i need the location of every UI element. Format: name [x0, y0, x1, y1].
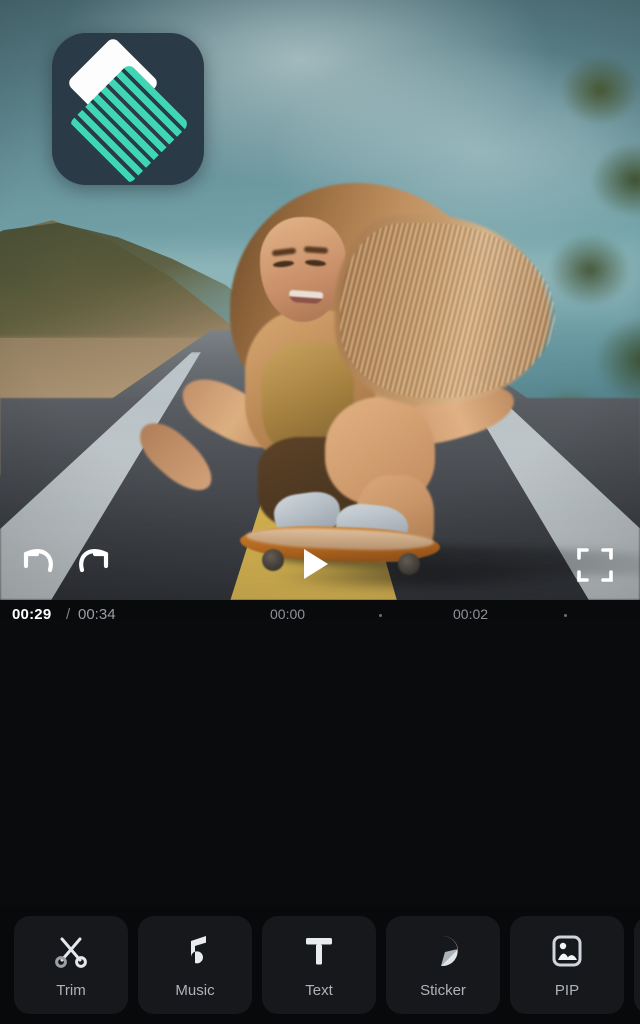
current-time: 00:29	[12, 606, 52, 623]
tool-text-label: Text	[305, 982, 333, 999]
tool-music-label: Music	[175, 982, 215, 999]
video-editor-app: 00:29 / 00:34 00:00 00:02 Trim Music Tex…	[0, 0, 640, 1024]
total-time: 00:34	[78, 606, 116, 623]
redo-icon[interactable]	[66, 536, 122, 592]
tool-pip-label: PIP	[554, 982, 580, 999]
fullscreen-icon[interactable]	[572, 542, 618, 588]
filmora-logo-icon	[52, 33, 204, 185]
play-icon[interactable]	[291, 542, 335, 586]
music-note-icon	[174, 930, 216, 972]
tool-trim[interactable]: Trim	[14, 915, 128, 1014]
tool-text[interactable]: Text	[262, 915, 376, 1014]
tool-trim-label: Trim	[56, 982, 86, 999]
video-preview[interactable]	[0, 0, 640, 600]
ruler-tick-dot-3	[564, 614, 567, 617]
ruler-tick-dot-1	[379, 614, 382, 617]
tool-pip[interactable]: PIP	[510, 915, 624, 1014]
timeline: Cover Opening	[0, 630, 640, 905]
ruler-tick-0: 00:00	[270, 606, 306, 622]
scissors-icon	[50, 930, 92, 972]
text-icon	[298, 930, 340, 972]
tool-sticker-label: Sticker	[420, 982, 466, 999]
tool-more[interactable]	[634, 915, 640, 1014]
time-separator: /	[66, 606, 71, 623]
timeline-ruler[interactable]: 00:29 / 00:34 00:00 00:02	[0, 600, 640, 630]
bottom-toolbar: Trim Music Text Sticker PIP	[0, 905, 640, 1024]
sticker-icon	[422, 930, 464, 972]
playback-controls	[0, 530, 640, 598]
picture-in-picture-icon	[546, 930, 588, 972]
tool-music[interactable]: Music	[138, 915, 252, 1014]
undo-icon[interactable]	[10, 536, 66, 592]
ruler-tick-2: 00:02	[453, 606, 489, 622]
tool-sticker[interactable]: Sticker	[386, 915, 500, 1014]
